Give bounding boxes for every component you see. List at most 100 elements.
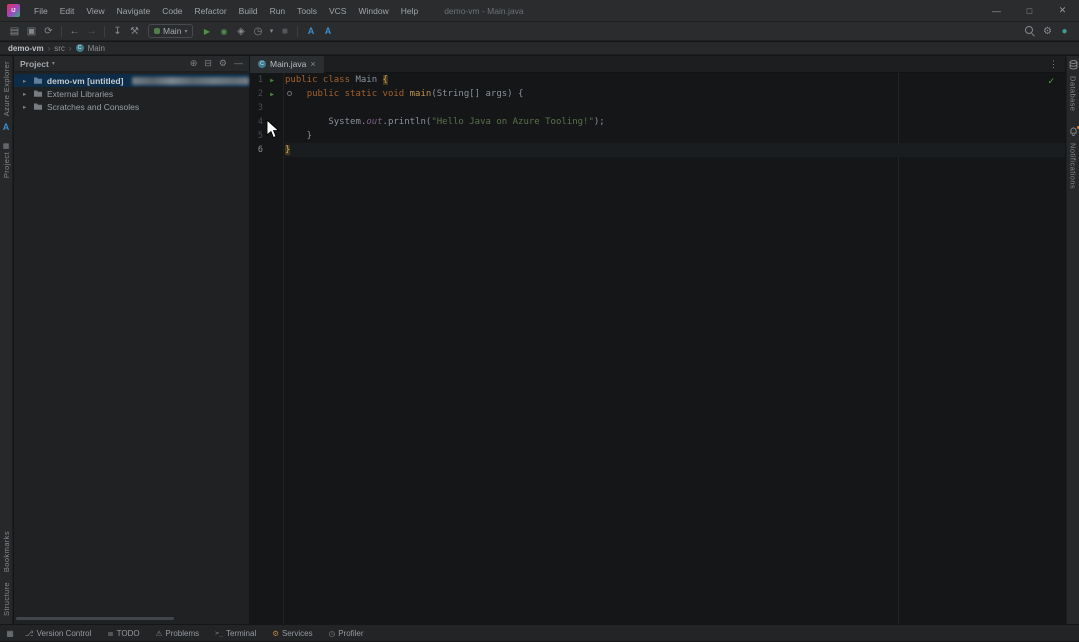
run-icon[interactable]: ▶	[199, 24, 214, 39]
code-text: System.	[285, 117, 366, 127]
settings-gear-icon[interactable]: ⚙	[1040, 24, 1055, 39]
line-number: 6	[252, 145, 263, 155]
menu-run[interactable]: Run	[264, 0, 292, 22]
breadcrumb-src[interactable]: src	[54, 44, 65, 53]
azure-signin-icon[interactable]: A	[303, 24, 318, 39]
toolwindow-button-terminal[interactable]: >_ Terminal	[207, 625, 264, 642]
toolwindow-switcher-icon[interactable]: ▦	[3, 629, 17, 638]
code-editor[interactable]: 1 ▶ 2 ▶ 3 4 5 6 public class Main { publ…	[250, 73, 1065, 624]
tab-main-java[interactable]: C Main.java ×	[250, 56, 324, 73]
matched-brace: {	[383, 75, 388, 85]
stop-icon[interactable]: ■	[277, 24, 292, 39]
editor-gutter[interactable]: 1 ▶ 2 ▶ 3 4 5 6	[250, 73, 284, 624]
tab-options-icon[interactable]: ⋮	[1049, 59, 1065, 70]
toolwindow-button-profiler[interactable]: ◷ Profiler	[321, 625, 372, 642]
tab-label: Main.java	[270, 59, 306, 69]
menu-view[interactable]: View	[80, 0, 110, 22]
run-config-app-icon	[154, 28, 160, 34]
run-main-gutter-icon[interactable]: ▶	[263, 91, 281, 98]
code-line-6: }	[285, 143, 1065, 157]
breadcrumb: demo-vm › src › C Main	[0, 42, 1079, 55]
toolwindow-button-problems[interactable]: ⚠ Problems	[148, 625, 208, 642]
run-config-label: Main	[163, 26, 181, 36]
folder-icon	[33, 76, 43, 85]
tree-row-label: Scratches and Consoles	[47, 102, 139, 112]
tree-row-scratches[interactable]: ▸ Scratches and Consoles	[14, 100, 249, 113]
toolwindow-button-todo[interactable]: ≣ TODO	[99, 625, 147, 642]
window-controls: — □ ✕	[980, 0, 1079, 22]
panel-settings-icon[interactable]: ⚙	[219, 58, 227, 69]
minimize-button[interactable]: —	[980, 0, 1013, 22]
hide-panel-icon[interactable]: —	[234, 58, 243, 69]
code-line-3	[285, 101, 1065, 115]
menu-help[interactable]: Help	[395, 0, 424, 22]
update-project-icon[interactable]: ↧	[110, 24, 125, 39]
main-toolbar: ▤ ▣ ⟳ ← → ↧ ⚒ Main ▾ ▶ ◉ ◈ ◷ ▾ ■ A A ⚙ ●	[0, 22, 1079, 41]
menu-file[interactable]: File	[28, 0, 54, 22]
notifications-bell-icon[interactable]	[1069, 127, 1078, 139]
status-dot-icon[interactable]: ●	[1057, 24, 1072, 39]
breadcrumb-main[interactable]: Main	[88, 44, 105, 53]
code-text: (String[] args) {	[431, 89, 523, 99]
keyword: public class	[285, 75, 355, 85]
tree-row-external-libraries[interactable]: ▸ External Libraries	[14, 87, 249, 100]
toolwindow-button-azure-explorer[interactable]: Azure Explorer	[2, 61, 11, 116]
search-everywhere-icon[interactable]	[1024, 25, 1036, 37]
run-more-chevron-icon[interactable]: ▾	[267, 24, 275, 39]
toolwindow-button-database[interactable]: Database	[1069, 76, 1078, 111]
class-icon: C	[258, 60, 266, 68]
menu-build[interactable]: Build	[233, 0, 264, 22]
chevron-right-icon[interactable]: ▸	[23, 90, 29, 98]
project-tree: ▸ demo-vm [untitled] ▸ External Librarie…	[14, 72, 249, 113]
toolwindow-button-structure[interactable]: Structure	[2, 582, 11, 616]
build-hammer-icon[interactable]: ⚒	[127, 24, 142, 39]
save-all-icon[interactable]: ▣	[24, 24, 39, 39]
open-icon[interactable]: ▤	[7, 24, 22, 39]
debug-icon[interactable]: ◉	[216, 24, 231, 39]
field-reference: out	[366, 117, 382, 127]
menu-edit[interactable]: Edit	[54, 0, 81, 22]
breadcrumb-project[interactable]: demo-vm	[8, 44, 44, 53]
toolwindow-button-project[interactable]: Project	[2, 152, 11, 178]
profiler-icon[interactable]: ◷	[250, 24, 265, 39]
toolwindow-button-version-control[interactable]: ⎇ Version Control	[17, 625, 99, 642]
toolwindow-label: Profiler	[338, 629, 363, 638]
menu-refactor[interactable]: Refactor	[189, 0, 233, 22]
maximize-button[interactable]: □	[1013, 0, 1046, 22]
code-text: );	[594, 117, 605, 127]
sync-icon[interactable]: ⟳	[41, 24, 56, 39]
coverage-icon[interactable]: ◈	[233, 24, 248, 39]
close-button[interactable]: ✕	[1046, 0, 1079, 22]
gutter-ring-icon[interactable]	[287, 91, 292, 96]
menu-code[interactable]: Code	[156, 0, 188, 22]
project-toolwindow-icon[interactable]: ▦	[3, 142, 10, 150]
menu-vcs[interactable]: VCS	[323, 0, 352, 22]
azure-explorer-icon[interactable]: A	[320, 24, 335, 39]
tree-row-project-root[interactable]: ▸ demo-vm [untitled]	[14, 74, 249, 87]
chevron-right-icon[interactable]: ▸	[23, 77, 29, 85]
back-icon[interactable]: ←	[67, 24, 82, 39]
todo-list-icon: ≣	[107, 629, 113, 638]
azure-icon[interactable]: A	[3, 122, 10, 132]
project-panel-title[interactable]: Project	[20, 59, 49, 69]
toolwindow-button-bookmarks[interactable]: Bookmarks	[2, 531, 11, 572]
forward-icon[interactable]: →	[84, 24, 99, 39]
collapse-all-icon[interactable]: ⊟	[204, 58, 212, 69]
close-tab-icon[interactable]: ×	[310, 59, 315, 69]
chevron-right-icon[interactable]: ▸	[23, 103, 29, 111]
menu-navigate[interactable]: Navigate	[111, 0, 157, 22]
menu-tools[interactable]: Tools	[291, 0, 323, 22]
database-icon[interactable]	[1069, 60, 1078, 72]
method-call: .println(	[383, 117, 432, 127]
menu-window[interactable]: Window	[352, 0, 394, 22]
inspections-ok-icon[interactable]: ✓	[1047, 76, 1055, 87]
run-configuration-select[interactable]: Main ▾	[148, 24, 193, 38]
toolwindow-label: Services	[282, 629, 313, 638]
code-line-4: System.out.println("Hello Java on Azure …	[285, 115, 1065, 129]
locate-icon[interactable]: ⊕	[190, 58, 198, 69]
toolwindow-button-notifications[interactable]: Notifications	[1069, 143, 1078, 189]
run-class-gutter-icon[interactable]: ▶	[263, 77, 281, 84]
profiler-clock-icon: ◷	[329, 629, 336, 638]
toolwindow-button-services[interactable]: ⚙ Services	[264, 625, 320, 642]
horizontal-scrollbar[interactable]	[16, 617, 174, 620]
